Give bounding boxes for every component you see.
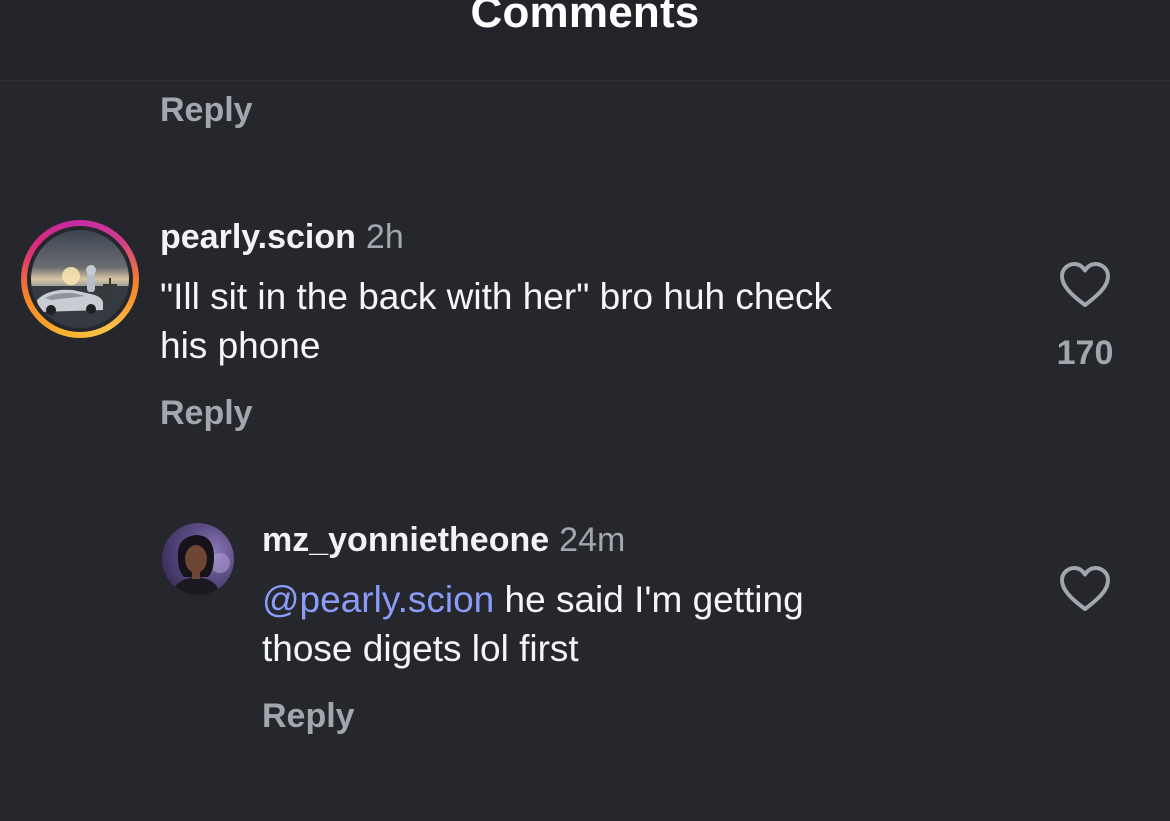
heart-icon[interactable] <box>1059 565 1111 613</box>
header-title: Comments <box>470 0 700 37</box>
comment-timestamp: 2h <box>365 218 404 256</box>
heart-icon[interactable] <box>1059 261 1111 309</box>
comment-text-line: his phone <box>160 325 321 366</box>
avatar[interactable] <box>162 523 234 595</box>
comment-text-segment: he said I'm getting <box>494 579 804 620</box>
mention-link[interactable]: @pearly.scion <box>262 579 494 620</box>
comment-text-line: those digets lol first <box>262 628 579 669</box>
comment-username[interactable]: pearly.scion <box>160 218 356 256</box>
reply-button[interactable]: Reply <box>262 697 355 736</box>
reply-button[interactable]: Reply <box>160 394 253 433</box>
profile-photo-sunset-car-icon <box>31 265 129 328</box>
comment-text: "Ill sit in the back with her" bro huh c… <box>160 272 832 370</box>
avatar-story-ring[interactable] <box>21 220 139 338</box>
comment-timestamp: 24m <box>559 521 626 559</box>
comment-text-line: "Ill sit in the back with her" bro huh c… <box>160 276 833 317</box>
comment-username[interactable]: mz_yonnietheone <box>262 521 549 559</box>
profile-photo-woman-icon <box>172 535 230 595</box>
comments-header: Comments <box>0 0 1170 81</box>
like-count: 170 <box>1056 334 1114 372</box>
comment-text: @pearly.scion he said I'm getting those … <box>262 575 804 673</box>
reply-button[interactable]: Reply <box>160 91 253 130</box>
avatar <box>31 230 129 328</box>
